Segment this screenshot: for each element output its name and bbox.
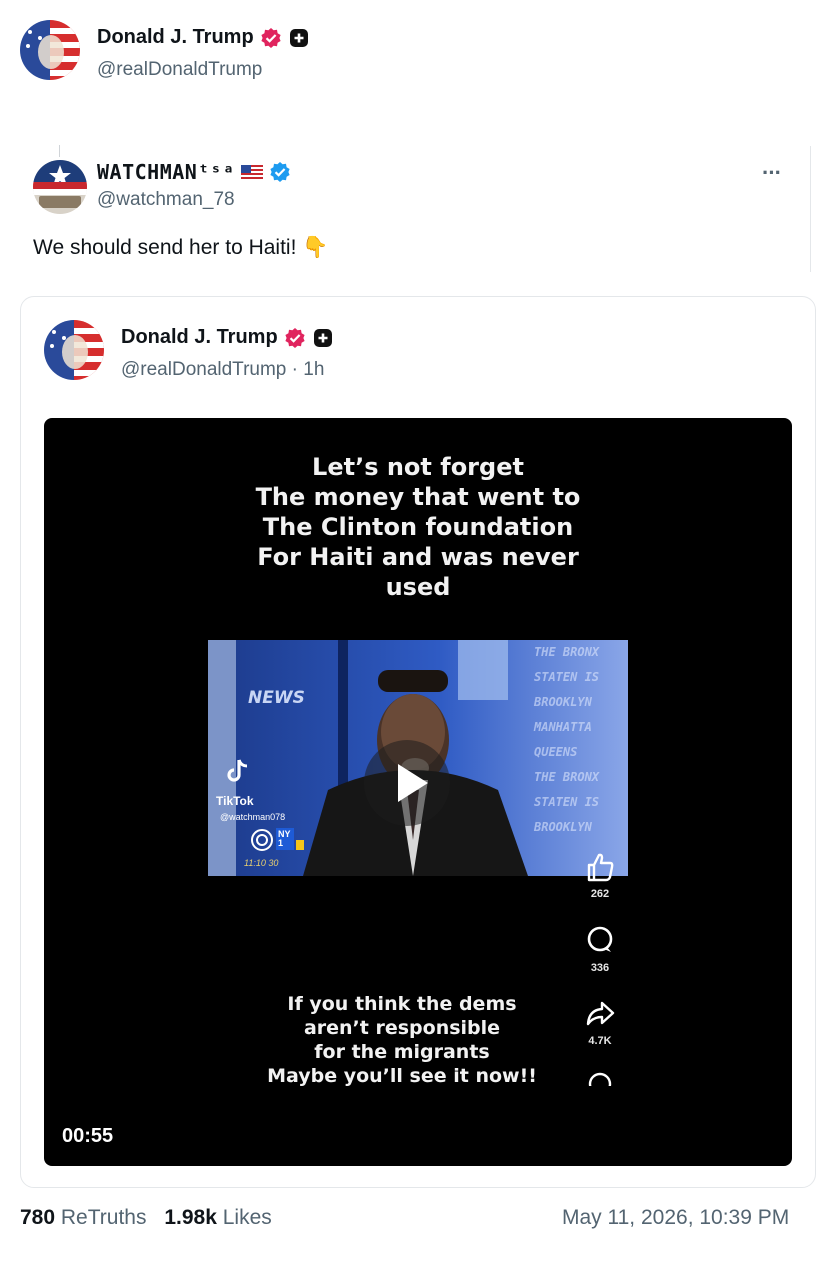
post-author-handle[interactable]: @realDonaldTrump (97, 59, 262, 81)
pointing-down-emoji: 👇 (302, 236, 329, 259)
borough-text: BROOKLYN (534, 820, 592, 834)
quoted-author-handle[interactable]: @realDonaldTrump (121, 359, 286, 380)
video-bottom-caption-line: aren’t responsible (303, 1017, 501, 1039)
borough-text: THE BRONX (534, 770, 600, 784)
likes-count[interactable]: 1.98k (164, 1206, 217, 1229)
like-count: 262 (590, 888, 610, 900)
video-duration: 00:55 (62, 1125, 114, 1147)
borough-text: BROOKLYN (534, 695, 592, 709)
reply-author-name[interactable]: WATCHMANᵗˢᵃ (97, 160, 235, 184)
video-top-caption-line: For Haiti and was never (257, 543, 579, 571)
reply-author-handle[interactable]: @watchman_78 (97, 189, 235, 211)
verified-badge-icon (284, 327, 306, 349)
comment-bubble-icon[interactable] (583, 923, 617, 957)
video-top-caption-line: Let’s not forget (312, 453, 524, 481)
video-bottom-caption-line: If you think the dems (287, 993, 517, 1015)
likes-label[interactable]: Likes (223, 1206, 272, 1229)
borough-text: MANHATTA (534, 720, 592, 734)
plus-badge-icon (288, 27, 310, 49)
retruths-label[interactable]: ReTruths (61, 1206, 147, 1229)
tiktok-username: @watchman078 (220, 812, 286, 822)
quoted-author-name[interactable]: Donald J. Trump (121, 326, 278, 349)
channel-logo-text: NY 1 (278, 829, 291, 848)
borough-text: QUEENS (534, 745, 578, 759)
us-flag-icon (240, 165, 263, 179)
reply-text: We should send her to Haiti! (33, 236, 297, 259)
post-author-avatar[interactable] (20, 20, 80, 80)
more-actions-icon[interactable] (587, 1070, 621, 1086)
share-arrow-icon[interactable] (583, 996, 617, 1030)
retruths-count[interactable]: 780 (20, 1206, 55, 1229)
verified-badge-icon (260, 27, 282, 49)
post-timestamp[interactable]: May 11, 2026, 10:39 PM (562, 1206, 789, 1230)
video-top-caption-line: The Clinton foundation (262, 513, 574, 541)
post-author-name[interactable]: Donald J. Trump (97, 26, 254, 49)
borough-text: THE BRONX (534, 645, 600, 659)
quoted-author-avatar[interactable] (44, 320, 104, 380)
borough-text: STATEN IS (534, 670, 600, 684)
tiktok-logo-icon (226, 758, 250, 784)
more-options-button[interactable]: ··· (762, 160, 782, 186)
video-bottom-caption-line: for the migrants (314, 1041, 490, 1063)
video-bottom-caption-line: Maybe you’ll see it now!! (267, 1065, 537, 1087)
video-top-caption-line: used (385, 573, 451, 601)
share-count: 4.7K (588, 1035, 612, 1047)
comment-count: 336 (590, 962, 610, 974)
reply-author-avatar[interactable] (33, 160, 87, 214)
divider-line (810, 146, 811, 272)
video-player[interactable]: Let’s not forget The money that went to … (44, 418, 792, 1166)
plus-badge-icon (312, 327, 334, 349)
tiktok-label: TikTok (216, 794, 254, 808)
thumbs-up-icon[interactable] (583, 850, 617, 884)
verified-badge-icon (269, 161, 291, 183)
news-logo: NEWS (248, 688, 305, 708)
play-button[interactable] (364, 740, 450, 826)
broadcast-clock: 11:10 30 (244, 858, 279, 868)
borough-text: STATEN IS (534, 795, 600, 809)
play-icon (398, 764, 428, 802)
video-top-caption-line: The money that went to (255, 483, 581, 511)
thread-connector-line (59, 145, 60, 157)
quoted-post-time[interactable]: · 1h (292, 359, 325, 380)
